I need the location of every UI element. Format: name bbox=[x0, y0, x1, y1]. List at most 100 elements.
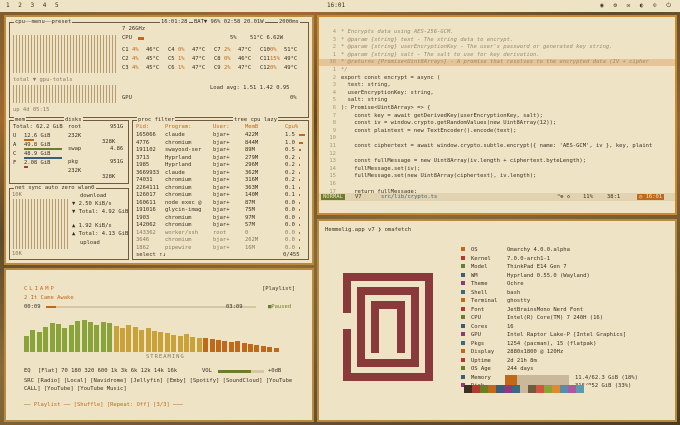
proc-tree[interactable]: tree bbox=[234, 117, 247, 123]
visualizer-bar bbox=[209, 339, 215, 352]
proc-cpu-bar bbox=[299, 141, 303, 144]
gpu-totals[interactable]: total ▼ gpu-totals bbox=[13, 77, 73, 83]
net-download-total: ▼ Total: 4.92 GiB bbox=[72, 209, 129, 215]
mem-box: mem Total: 62.2 GiB U 12.6 GiB A 49.8 GiB C 4… bbox=[9, 117, 129, 184]
code-line[interactable]: const ciphertext = await window.crypto.s… bbox=[341, 143, 652, 149]
cpu-box: cpu──menu──preset 16:01:28 BAT▼ 96% 02:5… bbox=[9, 19, 309, 118]
cliamp-player-window[interactable]: CLIAMP 2 It Came Awake [Playlist] 00:09 … bbox=[4, 268, 314, 422]
proc-header-cell: Program: bbox=[165, 124, 192, 130]
info-key: Terminal bbox=[471, 298, 498, 304]
code-line[interactable]: * @returns {Promise<Uint8Array>} - A pro… bbox=[341, 59, 649, 65]
proc-sort[interactable]: cpu lazy bbox=[251, 117, 278, 123]
code-line[interactable]: text: string, bbox=[341, 82, 391, 88]
eq-bands[interactable]: [Flat] 70 180 320 600 1k 3k 6k 12k 14k 1… bbox=[38, 368, 177, 374]
code-line[interactable]: const iv = window.crypto.getRandomValues… bbox=[341, 120, 556, 126]
net-upload-rate: ▲ 1.92 KiB/s bbox=[72, 223, 112, 229]
workspace-1[interactable]: 1 bbox=[6, 2, 10, 9]
fetch-terminal-window[interactable]: Hemmelig.app v7 ❯ omafetch OS Omarchy 4.0… bbox=[317, 219, 677, 422]
core-pct: 1% bbox=[178, 65, 185, 71]
btop-window[interactable]: cpu──menu──preset 16:01:28 BAT▼ 96% 02:5… bbox=[4, 15, 314, 265]
core-label: C3 bbox=[122, 65, 129, 71]
proc-cell: chromium bbox=[165, 184, 192, 191]
proc-cell: 89M bbox=[245, 147, 255, 153]
visualizer-bar bbox=[241, 343, 247, 352]
code-line[interactable]: ): Promise<Uint8Array> => { bbox=[341, 105, 430, 111]
playlist-footer[interactable]: ── Playlist ── [Shuffle] [Repeat: Off] [… bbox=[24, 402, 183, 408]
net-zero[interactable]: zero bbox=[61, 185, 74, 191]
playlist-tag[interactable]: [Playlist] bbox=[262, 286, 295, 292]
seek-bar[interactable] bbox=[46, 306, 256, 308]
file-path[interactable]: src/lib/crypto.ts bbox=[381, 194, 437, 200]
net-interface[interactable]: wlan0 bbox=[78, 185, 95, 191]
tab-cpu[interactable]: cpu bbox=[15, 19, 25, 25]
proc-cell: 191016 bbox=[136, 207, 156, 213]
update-interval[interactable]: 2000ms bbox=[278, 19, 300, 26]
shell-prompt[interactable]: Hemmelig.app v7 ❯ omafetch bbox=[325, 227, 411, 233]
code-line[interactable]: fullMessage.set(iv); bbox=[341, 166, 420, 172]
tab-menu[interactable]: menu bbox=[32, 19, 45, 25]
code-line[interactable]: * @param {string} salt - The salt to use… bbox=[341, 52, 540, 58]
core-temp: 47°C bbox=[238, 47, 252, 53]
palette-swatch bbox=[528, 385, 536, 393]
proc-cell: glycin-imag bbox=[165, 207, 202, 213]
proc-cell: 75M bbox=[245, 207, 255, 213]
info-key: OS Age bbox=[471, 366, 491, 372]
proc-cell: 0.0 bbox=[285, 207, 295, 213]
code-line[interactable]: const key = await getDerivedKey(userEncr… bbox=[341, 113, 543, 119]
source-list-cont[interactable]: CALL] [YouTube] [YouTube Music] bbox=[24, 386, 127, 392]
visualizer-bar bbox=[24, 335, 29, 352]
omarchy-logo bbox=[343, 273, 433, 381]
proc-cell: 191102 bbox=[136, 147, 156, 153]
workspace-3[interactable]: 3 bbox=[31, 2, 35, 9]
info-value: Intel Raptor Lake-P [Intel Graphics] bbox=[507, 332, 627, 338]
line-number: 1 bbox=[332, 51, 336, 58]
info-value: 11.4/62.3 GiB (18%) bbox=[575, 374, 638, 381]
code-line[interactable]: */ bbox=[341, 67, 348, 73]
core-temp: 45°C bbox=[146, 56, 160, 62]
code-line[interactable]: * Encrypts data using AES-256-GCM. bbox=[341, 29, 454, 35]
clock[interactable]: 16:01 bbox=[327, 0, 345, 12]
code-line[interactable]: userEncryptionKey: string, bbox=[341, 90, 434, 96]
code-line[interactable]: salt: string bbox=[341, 97, 388, 103]
core-label: C5 bbox=[168, 56, 175, 62]
code-line[interactable]: const plaintext = new TextEncoder().enco… bbox=[341, 128, 516, 134]
editor-window[interactable]: 4 * Encrypts data using AES-256-GCM. 3 * @p… bbox=[317, 15, 677, 215]
code-line[interactable]: const fullMessage = new Uint8Array(iv.le… bbox=[341, 158, 586, 164]
palette-swatch bbox=[584, 385, 592, 393]
system-tray[interactable]: ◉ ⚙ ✉ ◐ ⊙ ⏻ bbox=[600, 0, 674, 12]
info-key: GPU bbox=[471, 332, 481, 338]
time-total: 03:09 bbox=[226, 304, 243, 310]
palette-swatch bbox=[472, 385, 480, 393]
workspace-5[interactable]: 5 bbox=[55, 2, 59, 9]
proc-filter[interactable]: filter bbox=[155, 117, 175, 123]
info-icon bbox=[461, 298, 465, 302]
info-key: CPU bbox=[471, 315, 481, 321]
info-key: Shell bbox=[471, 289, 488, 296]
core-label: C6 bbox=[168, 65, 175, 71]
pkg-label: pkg bbox=[68, 159, 78, 165]
play-state[interactable]: ■Paused bbox=[268, 304, 291, 310]
proc-title: proc bbox=[138, 117, 152, 123]
code-line[interactable]: * @param {string} text - The string data… bbox=[341, 37, 513, 43]
net-sync[interactable]: sync bbox=[28, 185, 41, 191]
volume-value: +0dB bbox=[268, 368, 282, 374]
proc-select[interactable]: select ↑↓ bbox=[136, 252, 166, 258]
cpu-graph bbox=[13, 35, 118, 73]
workspace-4[interactable]: 4 bbox=[43, 2, 47, 9]
source-list[interactable]: SRC [Radio] [Local] [Navidrome] [Jellyfi… bbox=[24, 378, 292, 384]
info-icon bbox=[461, 366, 465, 370]
proc-cell: 0.2 bbox=[285, 162, 295, 168]
volume-slider[interactable] bbox=[218, 370, 264, 373]
net-auto[interactable]: auto bbox=[45, 185, 58, 191]
code-line[interactable]: export const encrypt = async ( bbox=[341, 75, 440, 81]
code-line[interactable]: fullMessage.set(new Uint8Array(ciphertex… bbox=[341, 173, 536, 179]
core-label: C4 bbox=[168, 47, 175, 53]
workspace-2[interactable]: 2 bbox=[18, 2, 22, 9]
visualizer-bar bbox=[100, 321, 106, 352]
proc-cell: 0.0 bbox=[285, 237, 295, 243]
tab-preset[interactable]: preset bbox=[51, 19, 71, 25]
proc-cpu-bar bbox=[299, 239, 300, 241]
info-value: 2880x1800 @ 120Hz bbox=[507, 349, 564, 355]
code-line[interactable]: * @param {string} userEncryptionKey - Th… bbox=[341, 44, 613, 50]
disks-title: disks bbox=[64, 117, 83, 124]
